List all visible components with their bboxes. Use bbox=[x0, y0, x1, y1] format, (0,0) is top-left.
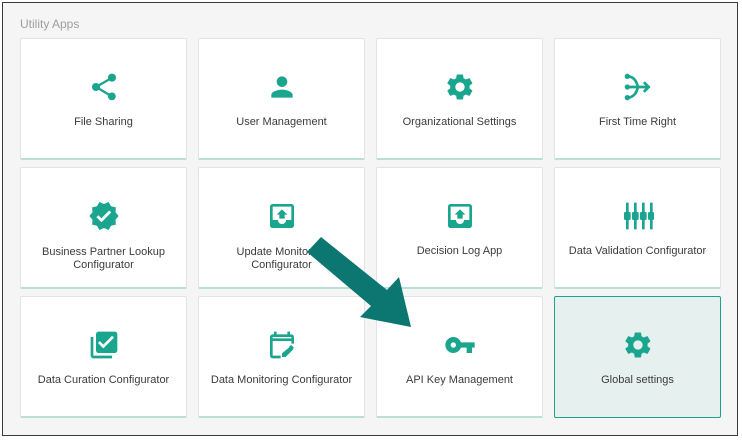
tile-global-settings[interactable]: Global settings bbox=[554, 296, 721, 418]
tile-update-monitoring[interactable]: Update Monitoring Configurator bbox=[198, 167, 365, 289]
key-icon bbox=[444, 329, 476, 361]
tile-label: Update Monitoring Configurator bbox=[236, 246, 327, 271]
calendar-edit-icon bbox=[266, 329, 298, 361]
tile-data-curation[interactable]: Data Curation Configurator bbox=[20, 296, 187, 418]
upload-tray-icon bbox=[266, 200, 298, 232]
tile-label: Data Monitoring Configurator bbox=[210, 374, 353, 386]
tile-label: File Sharing bbox=[74, 116, 133, 128]
tile-label: Organizational Settings bbox=[402, 116, 517, 128]
tile-data-validation[interactable]: Data Validation Configurator bbox=[554, 167, 721, 289]
tile-label: Data Validation Configurator bbox=[568, 245, 707, 257]
sliders-icon bbox=[622, 200, 654, 232]
tile-label: Decision Log App bbox=[416, 245, 503, 257]
section-title: Utility Apps bbox=[20, 17, 80, 31]
tile-decision-log[interactable]: Decision Log App bbox=[376, 167, 543, 289]
tile-file-sharing[interactable]: File Sharing bbox=[20, 38, 187, 160]
utility-apps-panel: Utility Apps File Sharing User Managemen… bbox=[2, 2, 738, 436]
verified-badge-icon bbox=[88, 200, 120, 232]
tile-api-key-management[interactable]: API Key Management bbox=[376, 296, 543, 418]
apps-grid: File Sharing User Management Organizatio… bbox=[20, 38, 721, 418]
gear-icon bbox=[444, 71, 476, 103]
checklist-stack-icon bbox=[88, 329, 120, 361]
tile-organizational-settings[interactable]: Organizational Settings bbox=[376, 38, 543, 160]
tile-first-time-right[interactable]: First Time Right bbox=[554, 38, 721, 160]
tile-label: Global settings bbox=[601, 374, 674, 386]
split-arrows-icon bbox=[622, 71, 654, 103]
upload-tray-icon bbox=[444, 200, 476, 232]
gear-icon bbox=[622, 329, 654, 361]
tile-label: First Time Right bbox=[598, 116, 676, 128]
tile-label: User Management bbox=[236, 116, 327, 128]
tile-user-management[interactable]: User Management bbox=[198, 38, 365, 160]
share-icon bbox=[88, 71, 120, 103]
tile-label: Business Partner Lookup Configurator bbox=[42, 246, 165, 271]
tile-data-monitoring[interactable]: Data Monitoring Configurator bbox=[198, 296, 365, 418]
tile-business-partner-lookup[interactable]: Business Partner Lookup Configurator bbox=[20, 167, 187, 289]
tile-label: API Key Management bbox=[405, 374, 513, 386]
tile-label: Data Curation Configurator bbox=[37, 374, 170, 386]
person-icon bbox=[266, 71, 298, 103]
